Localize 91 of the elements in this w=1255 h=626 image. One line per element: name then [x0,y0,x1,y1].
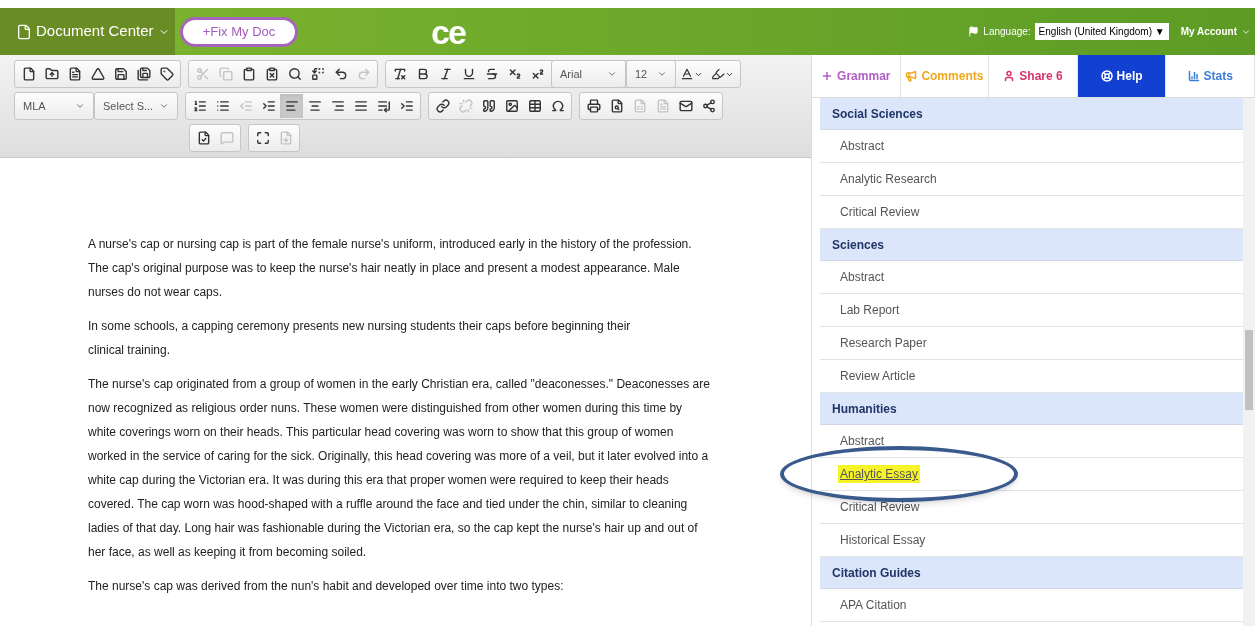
guide-link[interactable]: Lab Report [840,301,900,319]
italic-icon [438,67,453,81]
lifebuoy-icon [1100,70,1113,82]
subscript-icon [507,67,522,81]
paragraph: The nurse's cap was derived from the nun's habit and developed over time into two types: [88,578,565,595]
clear-format-icon [392,67,407,81]
guide-link[interactable]: Abstract [840,432,884,450]
panel-tab[interactable]: Help [1077,55,1167,97]
save-as-icon [136,67,151,81]
guide-link[interactable]: Research Paper [840,334,927,352]
highlight-icon [711,67,725,81]
citation-style-select[interactable]: MLA [14,92,94,120]
guide-link[interactable]: Critical Review [840,203,920,221]
guide-link[interactable]: Abstract [840,137,884,155]
megaphone-icon [905,70,918,82]
list-indent-icon [399,99,414,113]
file-down-icon [278,131,293,145]
strikethrough-icon [484,67,499,81]
guide-link[interactable]: APA Citation [840,596,907,614]
align-left-button[interactable] [280,94,303,118]
paste-clear-icon [264,67,279,81]
folder-icon [44,67,59,81]
chart-icon [1187,70,1200,82]
size-select[interactable]: 12 [626,60,676,88]
bullet-list-icon [215,99,230,113]
numbered-list-icon [192,99,207,113]
omega-icon [550,99,565,113]
copy-icon [218,67,233,81]
caret-icon [607,69,617,79]
quote-icon [481,99,496,113]
document-icon [16,23,32,40]
document-center-menu[interactable]: Document Center [0,8,175,55]
image-icon [504,99,519,113]
redo-icon [356,67,371,81]
superscript-icon [530,67,545,81]
paste-icon [241,67,256,81]
replace-icon [310,67,325,81]
paragraph: A nurse's cap or nursing cap is part of the female nurse's uniform, introduced early in the history of the profession. The cap's original purpose was to keep the nurse's hair neatly in place and present a modest appearance. Male nurses do not wear caps. [88,236,693,301]
text-color-icon [680,67,694,81]
table-icon [527,99,542,113]
align-right-icon [330,99,345,113]
guide-link[interactable]: Analytic Research [840,170,937,188]
preview-icon [609,99,624,113]
fix-my-doc-button[interactable]: +Fix My Doc [180,16,298,47]
language-select[interactable]: English (United Kingdom) ▼ [1034,23,1169,40]
link-icon [435,99,450,113]
tag-icon [159,67,174,81]
triangle-icon [90,67,105,81]
cut-icon [195,67,210,81]
undo-icon [333,67,348,81]
logo: ce [431,14,465,49]
print-icon [586,99,601,113]
document-icon [655,99,670,113]
spreadsheet-icon [632,99,647,113]
section-heading: Social Sciences [820,98,1243,130]
user-icon [1003,70,1016,82]
unlink-icon [458,99,473,113]
mail-icon [678,99,693,113]
plus-icon [821,70,834,82]
guide-link[interactable]: Historical Essay [840,531,926,549]
comment-icon [219,131,234,145]
caret-icon [75,101,85,111]
caret-icon [657,69,667,79]
underline-icon [461,67,476,81]
maximize-icon [255,131,270,145]
language-label: Language: [983,25,1031,39]
guide-link[interactable]: Critical Review [840,498,920,516]
section-heading: Sciences [820,229,1243,261]
style-select[interactable]: Select S... [94,92,178,120]
paragraph: In some schools, a capping ceremony presents new nursing students their caps before beginning their clinical training. [88,318,632,359]
share-icon [701,99,716,113]
font-select[interactable]: Arial [551,60,626,88]
save-icon [113,67,128,81]
indent-icon [261,99,276,113]
align-left-icon [284,99,299,113]
outdent-icon [238,99,253,113]
align-center-icon [307,99,322,113]
checked-document-icon [196,131,211,145]
flag-icon [968,26,980,37]
section-heading: Citation Guides [820,557,1243,589]
caret-icon [159,101,169,111]
justify-icon [353,99,368,113]
lines-icon [376,99,391,113]
new-file-icon [21,67,36,81]
guide-link[interactable]: Analytic Essay [838,465,921,483]
guide-link[interactable]: Review Article [840,367,916,385]
document-icon [67,67,82,81]
paragraph: The nurse's cap originated from a group of women in the early Christian era, called "deaconesses." Deaconesses are now recognized as religious order nuns. These women were distinguished from other women during this time by white coverings worn on their heads. This particular head covering was worn to show that this group of women worked in the service of caring for the sick. Originally, this head covering was more of a veil, but it later evolved into a white cap during the Victorian era. It was during this era that proper women were required to keep their heads covered. The cap worn was hood-shaped with a ruffle around the face and tied under the chin, similar to cleaning ladies of that day. Long hair was fashionable during the Victorian era, so the cap kept the nurse's hair up and out of her face, as well as keeping it from becoming soiled. [88,376,711,561]
search-icon [287,67,302,81]
section-heading: Humanities [820,393,1243,425]
guide-link[interactable]: Abstract [840,268,884,286]
